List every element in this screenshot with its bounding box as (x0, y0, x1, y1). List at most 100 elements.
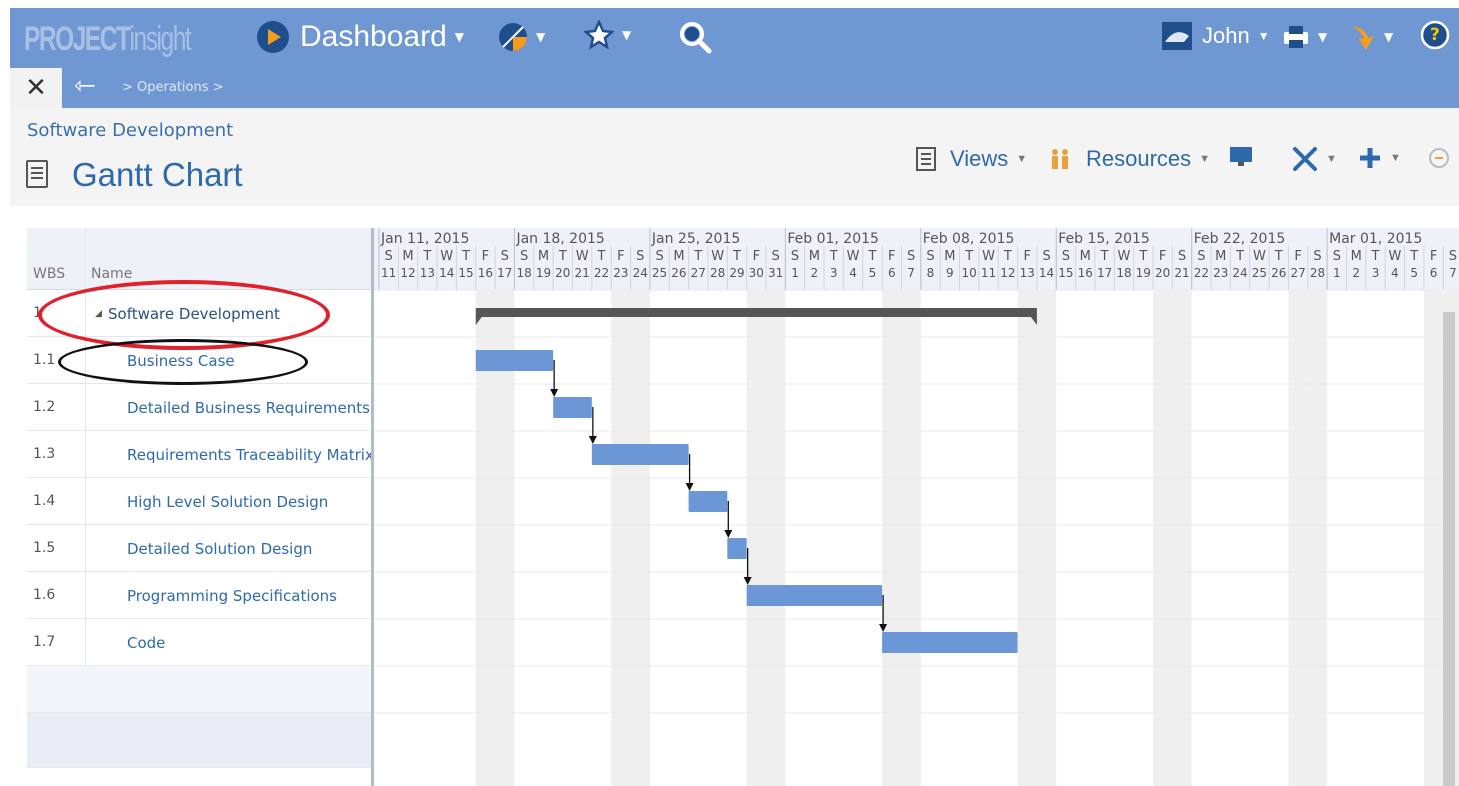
close-icon: ✕ (25, 73, 47, 103)
day-letter: W (1253, 249, 1266, 264)
present-button[interactable] (1229, 146, 1253, 168)
weekend-column (611, 290, 631, 786)
empty-row (27, 666, 371, 713)
day-number: 14 (439, 266, 454, 280)
dashboard-menu[interactable]: Dashboard ▼ (256, 20, 464, 54)
day-letter: M (944, 249, 955, 264)
day-letter: T (1235, 249, 1244, 264)
day-letter: W (1388, 249, 1401, 264)
day-number: 1 (1333, 266, 1341, 280)
day-number: 18 (516, 266, 531, 280)
day-number: 13 (420, 266, 435, 280)
week-label: Feb 15, 2015 (1058, 231, 1150, 247)
day-letter: T (422, 249, 431, 264)
weekend-column (901, 290, 921, 786)
day-number: 15 (458, 266, 473, 280)
day-number: 19 (536, 266, 551, 280)
day-letter: W (576, 249, 589, 264)
gantt-chart: Jan 11, 2015 Jan 18, 2015 Jan 25, 2015 Feb … (374, 228, 1459, 786)
task-name[interactable]: Detailed Solution Design (127, 540, 312, 558)
day-number: 27 (1290, 266, 1305, 280)
name-column-header[interactable]: Name (91, 266, 132, 282)
back-arrow-icon: ⇽ (74, 71, 96, 101)
day-number: 3 (830, 266, 838, 280)
dependency-arrowhead (724, 530, 733, 538)
task-row[interactable]: 1.2 Detailed Business Requirements (27, 384, 371, 431)
wbs-column-header[interactable]: WBS (33, 266, 65, 282)
plus-icon (1360, 148, 1380, 168)
close-button[interactable]: ✕ (10, 68, 62, 108)
day-number: 5 (1410, 266, 1418, 280)
day-letter: T (732, 249, 741, 264)
task-bar (727, 538, 747, 559)
day-number: 11 (381, 266, 396, 280)
day-letter: S (1062, 249, 1070, 264)
task-bar (553, 397, 592, 418)
day-letter: S (1333, 249, 1341, 264)
vertical-scrollbar[interactable] (1441, 290, 1455, 786)
task-name[interactable]: Code (127, 634, 165, 652)
breadcrumb[interactable]: > Operations > (122, 80, 224, 95)
weekend-column (882, 290, 902, 786)
workspace-menu[interactable]: ▼ (498, 22, 545, 52)
user-menu[interactable]: John ▼ (1162, 22, 1270, 50)
week-label: Jan 18, 2015 (515, 231, 604, 247)
day-letter: T (867, 249, 876, 264)
more-menu[interactable] (1428, 146, 1450, 170)
day-number: 13 (1020, 266, 1035, 280)
day-number: 9 (946, 266, 954, 280)
day-letter: T (829, 249, 838, 264)
day-letter: M (809, 249, 820, 264)
day-number: 24 (633, 266, 648, 280)
task-bar (591, 444, 689, 465)
day-number: 28 (1310, 266, 1325, 280)
task-row[interactable]: 1.7 Code (27, 619, 371, 666)
day-number: 6 (888, 266, 896, 280)
task-row[interactable]: 1.5 Detailed Solution Design (27, 525, 371, 572)
actions-menu[interactable]: ▼ (1348, 22, 1393, 52)
task-name[interactable]: Programming Specifications (127, 587, 337, 605)
day-letter: F (1430, 249, 1437, 264)
day-letter: T (558, 249, 567, 264)
app-logo[interactable]: PROJECTinsight (24, 20, 192, 59)
tools-menu[interactable]: ▼ (1292, 146, 1337, 172)
add-menu[interactable]: ▼ (1358, 146, 1401, 170)
page-header: Software Development Gantt Chart Views ▼… (10, 108, 1459, 206)
day-letter: F (1159, 249, 1166, 264)
day-number: 31 (768, 266, 783, 280)
task-name[interactable]: Requirements Traceability Matrix (127, 446, 374, 464)
play-icon (257, 21, 289, 53)
avatar (1162, 22, 1192, 50)
print-menu[interactable]: ▼ (1282, 24, 1327, 50)
task-wbs: 1.2 (33, 399, 56, 415)
day-number: 4 (849, 266, 857, 280)
favorites-menu[interactable]: ▼ (584, 20, 631, 50)
views-menu[interactable]: Views ▼ (916, 146, 1027, 172)
resources-label: Resources (1086, 146, 1192, 171)
chevron-down-icon: ▼ (1384, 30, 1394, 44)
day-letter: T (1274, 249, 1283, 264)
summary-bar (475, 308, 1037, 317)
day-number: 16 (478, 266, 493, 280)
task-name[interactable]: High Level Solution Design (127, 493, 328, 511)
day-number: 26 (1271, 266, 1286, 280)
scrollbar-thumb[interactable] (1443, 312, 1455, 786)
task-row[interactable]: 1.3 Requirements Traceability Matrix (27, 431, 374, 478)
dependency-arrowhead (685, 483, 694, 491)
day-number: 10 (962, 266, 977, 280)
navigation-subbar: ✕ ⇽ > Operations > (10, 68, 1459, 108)
day-number: 14 (1039, 266, 1054, 280)
day-number: 25 (1252, 266, 1267, 280)
task-row[interactable]: 1.6 Programming Specifications (27, 572, 371, 619)
task-row[interactable]: 1.4 High Level Solution Design (27, 478, 371, 525)
week-label: Feb 22, 2015 (1194, 231, 1286, 247)
back-button[interactable]: ⇽ (74, 71, 96, 101)
day-number: 23 (1213, 266, 1228, 280)
day-letter: W (1118, 249, 1131, 264)
task-name[interactable]: Detailed Business Requirements (127, 399, 370, 417)
parent-project-link[interactable]: Software Development (27, 120, 233, 141)
resources-menu[interactable]: Resources ▼ (1048, 146, 1210, 172)
search-button[interactable] (678, 20, 712, 54)
help-button[interactable]: ? (1420, 20, 1450, 50)
top-navigation-bar: PROJECTinsight Dashboard ▼ ▼ ▼ John ▼ ▼ … (10, 8, 1459, 68)
